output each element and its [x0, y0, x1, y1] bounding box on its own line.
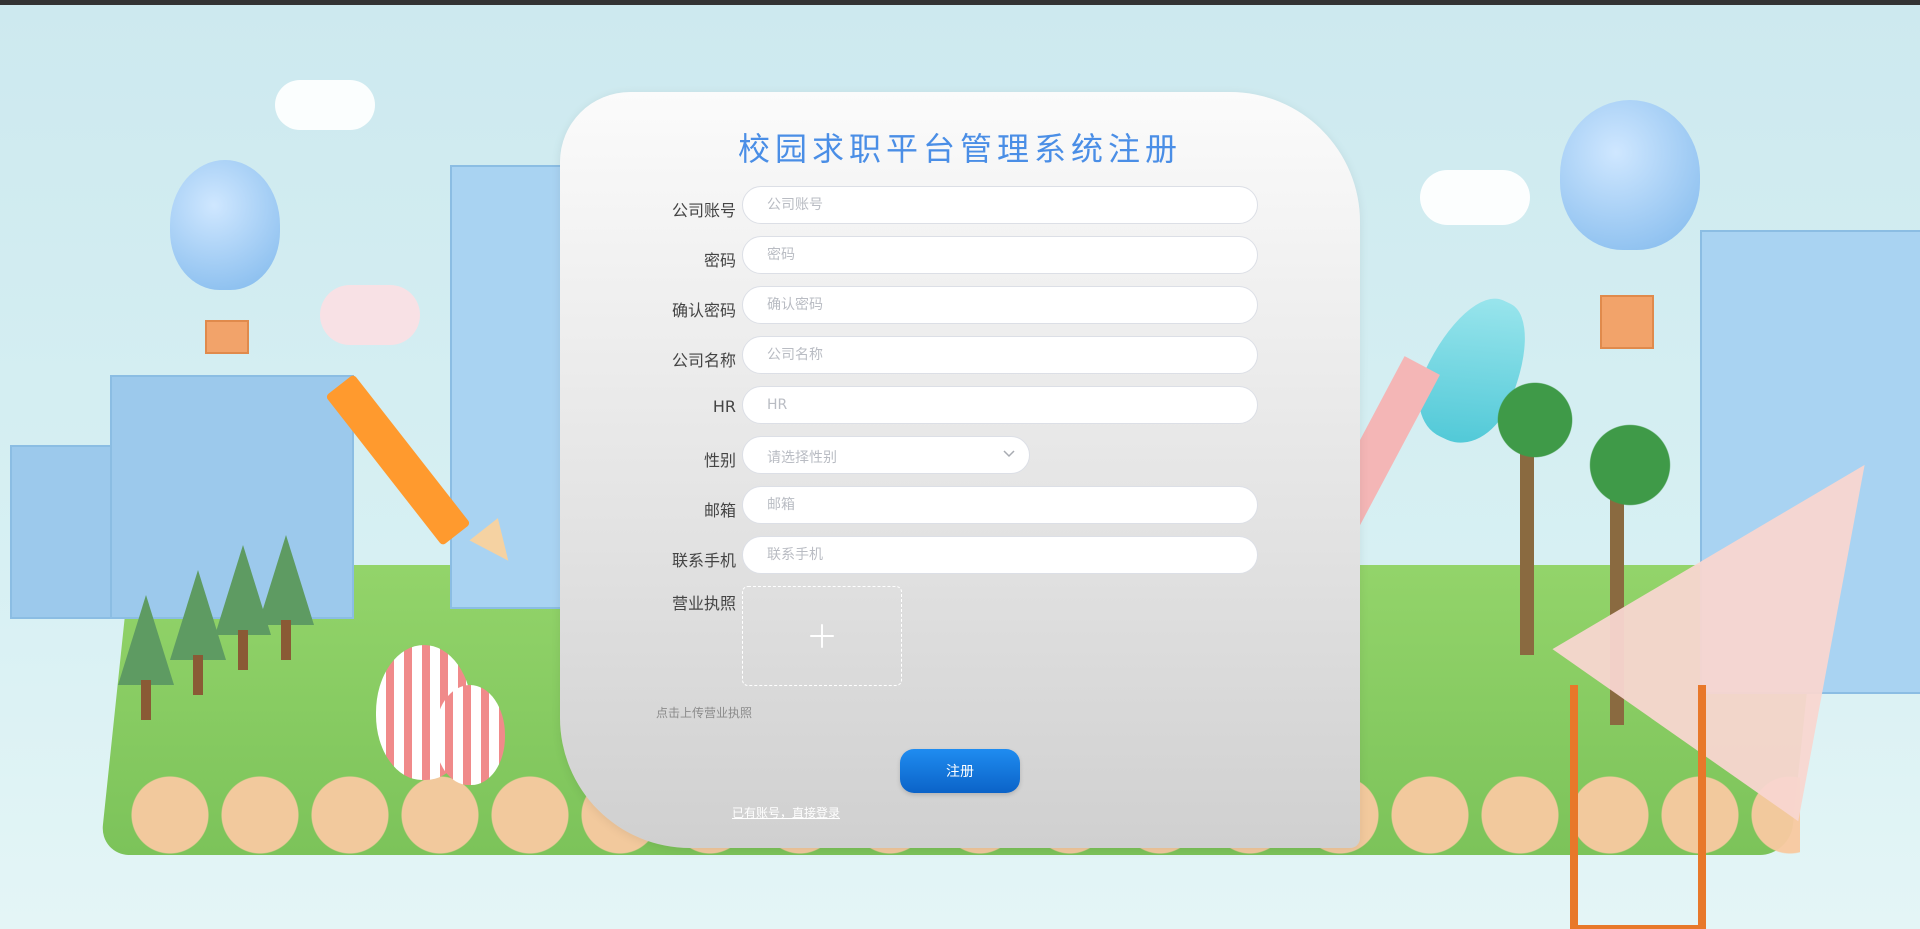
tree-trunk	[281, 620, 291, 660]
tree-trunk	[141, 680, 151, 720]
cloud	[1420, 170, 1530, 225]
confirm-password-label: 确认密码	[671, 301, 736, 320]
gender-label: 性别	[703, 451, 736, 470]
account-label: 公司账号	[671, 201, 736, 220]
license-upload[interactable]	[742, 586, 902, 686]
login-link[interactable]: 已有账号，直接登录	[732, 804, 840, 821]
striped-egg	[435, 685, 505, 785]
hot-air-balloon-right	[1560, 100, 1700, 250]
balloon-basket	[1600, 295, 1654, 349]
gender-select[interactable]: 请选择性别	[742, 436, 1030, 474]
company-name-input[interactable]	[742, 336, 1258, 374]
register-card: 校园求职平台管理系统注册 公司账号 密码 确认密码 公司名称 HR 性别 请选择…	[560, 92, 1360, 848]
hr-label: HR	[712, 397, 736, 416]
hr-input[interactable]	[742, 386, 1258, 424]
register-button[interactable]: 注册	[900, 749, 1020, 793]
chevron-down-icon	[1003, 450, 1015, 458]
phone-label: 联系手机	[671, 551, 736, 570]
phone-input[interactable]	[742, 536, 1258, 574]
password-label: 密码	[703, 251, 736, 270]
confirm-password-input[interactable]	[742, 286, 1258, 324]
password-input[interactable]	[742, 236, 1258, 274]
upload-hint: 点击上传营业执照	[656, 706, 753, 720]
email-label: 邮箱	[703, 501, 736, 520]
balloon-basket	[205, 320, 249, 354]
email-input[interactable]	[742, 486, 1258, 524]
chair	[1570, 685, 1706, 929]
company-account-input[interactable]	[742, 186, 1258, 224]
tree	[118, 595, 174, 685]
tree-trunk	[193, 655, 203, 695]
plus-icon	[810, 624, 834, 648]
gender-select-placeholder: 请选择性别	[767, 450, 837, 466]
tree-trunk	[238, 630, 248, 670]
building-left-small	[10, 445, 124, 619]
cloud	[275, 80, 375, 130]
hot-air-balloon-left	[170, 160, 280, 290]
tree	[258, 535, 314, 625]
cloud-pink	[320, 285, 420, 345]
company-name-label: 公司名称	[671, 351, 736, 370]
page-title: 校园求职平台管理系统注册	[737, 130, 1182, 168]
license-label: 营业执照	[671, 594, 736, 613]
